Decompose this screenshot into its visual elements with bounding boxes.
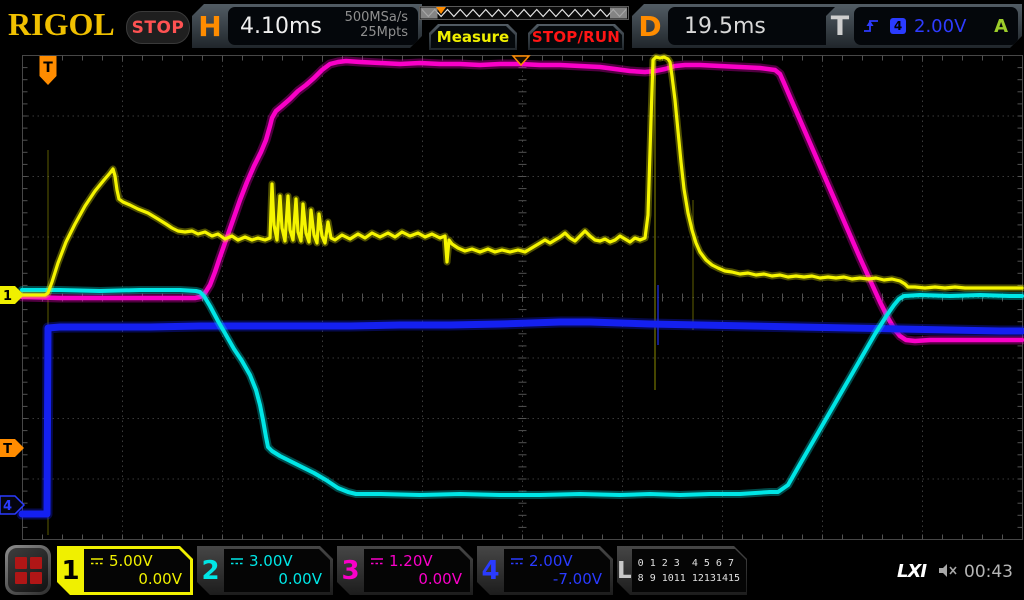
delay-block[interactable]: D 19.5ms — [632, 4, 848, 48]
channel4-number: 4 — [477, 546, 504, 595]
horizontal-timebase-block[interactable]: H 4.10ms 500MSa/s 25Mpts — [192, 4, 422, 48]
dc-coupling-icon — [510, 557, 525, 566]
svg-text:T: T — [43, 60, 53, 76]
channel2-block[interactable]: 2 3.00V 0.00V — [197, 546, 333, 595]
svg-text:T: T — [3, 442, 12, 457]
horizontal-label: H — [192, 4, 228, 48]
channel1-number: 1 — [57, 546, 84, 595]
speaker-muted-icon — [938, 563, 960, 578]
dc-coupling-icon — [90, 557, 105, 566]
channel4-scale: 2.00V — [529, 552, 573, 570]
measure-button-label: Measure — [437, 28, 509, 46]
delay-label: D — [632, 4, 668, 48]
channel1-block[interactable]: 1 5.00V 0.00V — [57, 546, 193, 595]
channel2-scale: 3.00V — [249, 552, 293, 570]
measure-button[interactable]: Measure — [429, 24, 517, 50]
memory-depth: 25Mpts — [345, 26, 408, 41]
sample-rate: 500MSa/s — [345, 11, 408, 26]
dc-coupling-icon — [230, 557, 245, 566]
menu-button[interactable] — [5, 545, 51, 595]
trigger-block[interactable]: T 4 2.00V A — [826, 4, 1022, 48]
timebase-value: 4.10ms — [228, 14, 322, 39]
channel2-offset: 0.00V — [230, 570, 322, 588]
bottom-status-bar: 1 5.00V 0.00V 2 3.00V 0.00V 3 1.20V 0.00… — [0, 542, 1024, 600]
clock: 00:43 — [964, 562, 1013, 582]
channel3-scale: 1.20V — [389, 552, 433, 570]
acquisition-status-badge: STOP — [126, 11, 190, 44]
dc-coupling-icon — [370, 557, 385, 566]
trigger-level-value: 2.00V — [914, 16, 966, 37]
stop-run-button-label: STOP/RUN — [532, 28, 620, 46]
logic-channels-row2: 8 9 1011 12131415 — [638, 571, 740, 586]
logic-label: L — [617, 546, 632, 595]
channel4-offset: -7.00V — [510, 570, 602, 588]
channel3-block[interactable]: 3 1.20V 0.00V — [337, 546, 473, 595]
logic-channels-block[interactable]: L 0 1 2 3 4 5 6 7 8 9 1011 12131415 — [617, 546, 747, 595]
channel1-offset: 0.00V — [90, 570, 182, 588]
top-status-bar: RIGOL STOP H 4.10ms 500MSa/s 25Mpts Meas… — [0, 0, 1024, 52]
svg-text:1: 1 — [3, 289, 12, 304]
trigger-sweep-mode: A — [994, 16, 1018, 37]
trigger-source-badge: 4 — [890, 18, 906, 34]
lxi-logo: LXI — [897, 561, 926, 582]
channel1-scale: 5.00V — [109, 552, 153, 570]
svg-text:4: 4 — [3, 499, 12, 514]
waveform-display-area: T 1 T 4 — [0, 52, 1024, 542]
channel3-offset: 0.00V — [370, 570, 462, 588]
channel4-block[interactable]: 4 2.00V -7.00V — [477, 546, 613, 595]
channel3-number: 3 — [337, 546, 364, 595]
rigol-logo: RIGOL — [8, 6, 115, 43]
logic-channels-row1: 0 1 2 3 4 5 6 7 — [638, 556, 740, 571]
waveform-position-bar[interactable] — [419, 6, 629, 20]
acquisition-rates: 500MSa/s 25Mpts — [345, 11, 418, 41]
waveform-display: T 1 T 4 — [0, 52, 1024, 542]
menu-grid-icon — [15, 557, 42, 584]
rising-edge-icon — [862, 18, 880, 34]
delay-value: 19.5ms — [668, 14, 766, 39]
channel2-number: 2 — [197, 546, 224, 595]
stop-run-button[interactable]: STOP/RUN — [528, 24, 624, 50]
